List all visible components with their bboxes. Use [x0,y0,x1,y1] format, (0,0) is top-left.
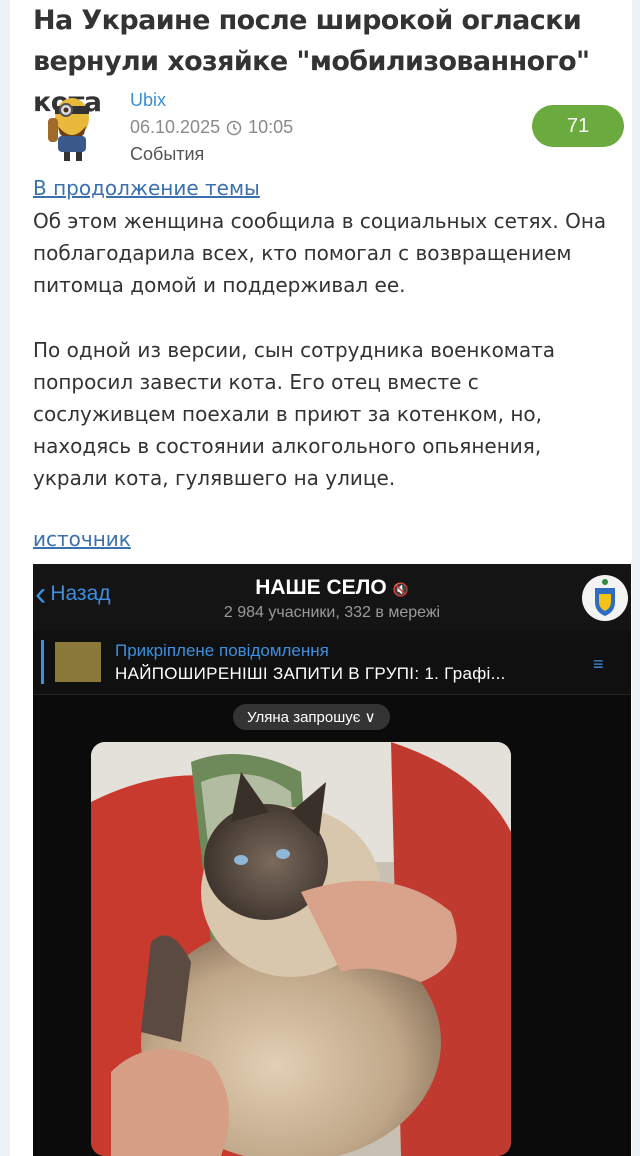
post-time: 10:05 [248,117,294,137]
pinned-text: НАЙПОШИРЕНІШІ ЗАПИТИ В ГРУПІ: 1. Графі..… [115,664,506,683]
pinned-message-bar: Прикріплене повідомлення НАЙПОШИРЕНІШІ З… [33,630,631,695]
embedded-telegram-screenshot[interactable]: ‹ Назад НАШЕ СЕЛО 🔇 2 984 учасники, 332 … [33,564,631,1156]
cat-photo [91,742,511,1156]
author-avatar[interactable] [34,88,104,164]
article-paragraph-2: По одной из версии, сын сотрудника военк… [33,338,556,490]
mute-icon: 🔇 [392,582,409,597]
clock-icon [226,120,242,135]
group-title: НАШЕ СЕЛО 🔇 [33,576,631,600]
pinned-label: Прикріплене повідомлення [115,641,329,660]
source-link[interactable]: источник [33,527,131,551]
author-link[interactable]: Ubix [130,90,166,111]
continuation-link[interactable]: В продолжение темы [33,176,260,200]
pinned-thumbnail [55,642,101,682]
invite-notice: Уляна запрошує ∨ [233,704,390,730]
group-title-text: НАШЕ СЕЛО [255,576,387,599]
article-title[interactable]: На Украине после широкой огласки вернули… [33,0,633,123]
post-date: 06.10.2025 [130,117,221,137]
telegram-header: ‹ Назад НАШЕ СЕЛО 🔇 2 984 учасники, 332 … [33,564,631,630]
pinned-indicator [41,640,44,684]
group-avatar [582,575,628,621]
pin-list-icon: ≡ [593,654,604,674]
article-paragraph-1: Об этом женщина сообщила в социальных се… [33,209,607,297]
comment-count-badge[interactable]: 71 [532,105,624,147]
post-datetime: 06.10.2025 10:05 [130,117,293,138]
group-subtitle: 2 984 учасники, 332 в мережі [223,604,441,621]
post-category[interactable]: События [130,144,204,165]
